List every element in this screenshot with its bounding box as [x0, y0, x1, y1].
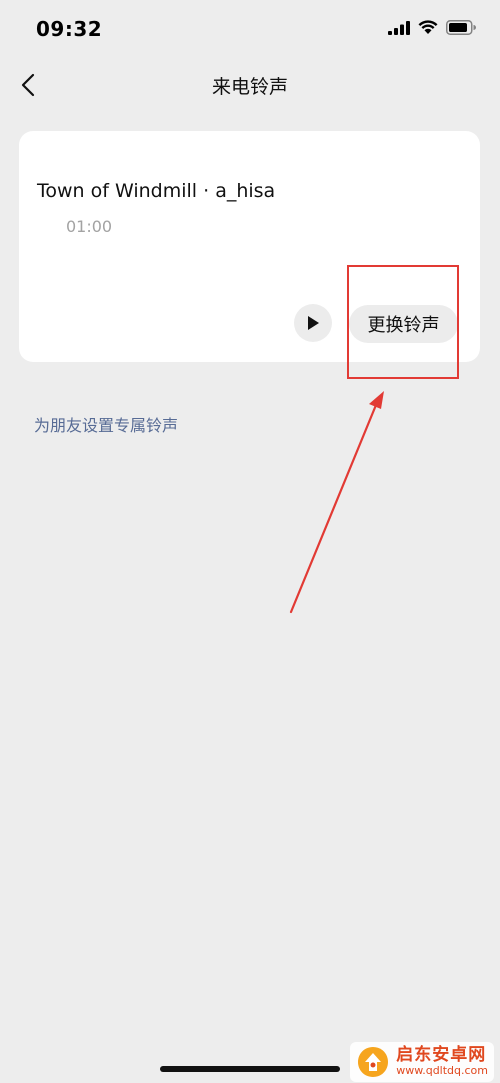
status-time: 09:32	[36, 17, 103, 41]
watermark-url: www.qdltdq.com	[396, 1064, 488, 1078]
ringtone-name: Town of Windmill · a_hisa	[37, 180, 276, 202]
ringtone-duration: 01:00	[66, 217, 113, 236]
play-button[interactable]	[294, 304, 332, 342]
page-title: 来电铃声	[211, 76, 288, 98]
watermark-logo-icon	[358, 1047, 389, 1077]
cellular-signal-icon	[388, 20, 410, 35]
play-icon	[308, 316, 319, 330]
status-icons	[388, 20, 476, 35]
watermark-text: 启东安卓网 www.qdltdq.com	[396, 1045, 488, 1078]
battery-icon	[446, 20, 476, 35]
friend-ringtone-link[interactable]: 为朋友设置专属铃声	[34, 412, 178, 436]
watermark: 启东安卓网 www.qdltdq.com	[350, 1042, 494, 1082]
ringtone-card: Town of Windmill · a_hisa 01:00 更换铃声	[19, 131, 480, 362]
wifi-icon	[418, 20, 438, 34]
nav-bar: 来电铃声	[0, 60, 500, 110]
home-indicator	[160, 1066, 340, 1072]
status-bar: 09:32	[0, 0, 500, 60]
watermark-name: 启东安卓网	[396, 1045, 487, 1066]
change-ringtone-button[interactable]: 更换铃声	[349, 305, 458, 343]
